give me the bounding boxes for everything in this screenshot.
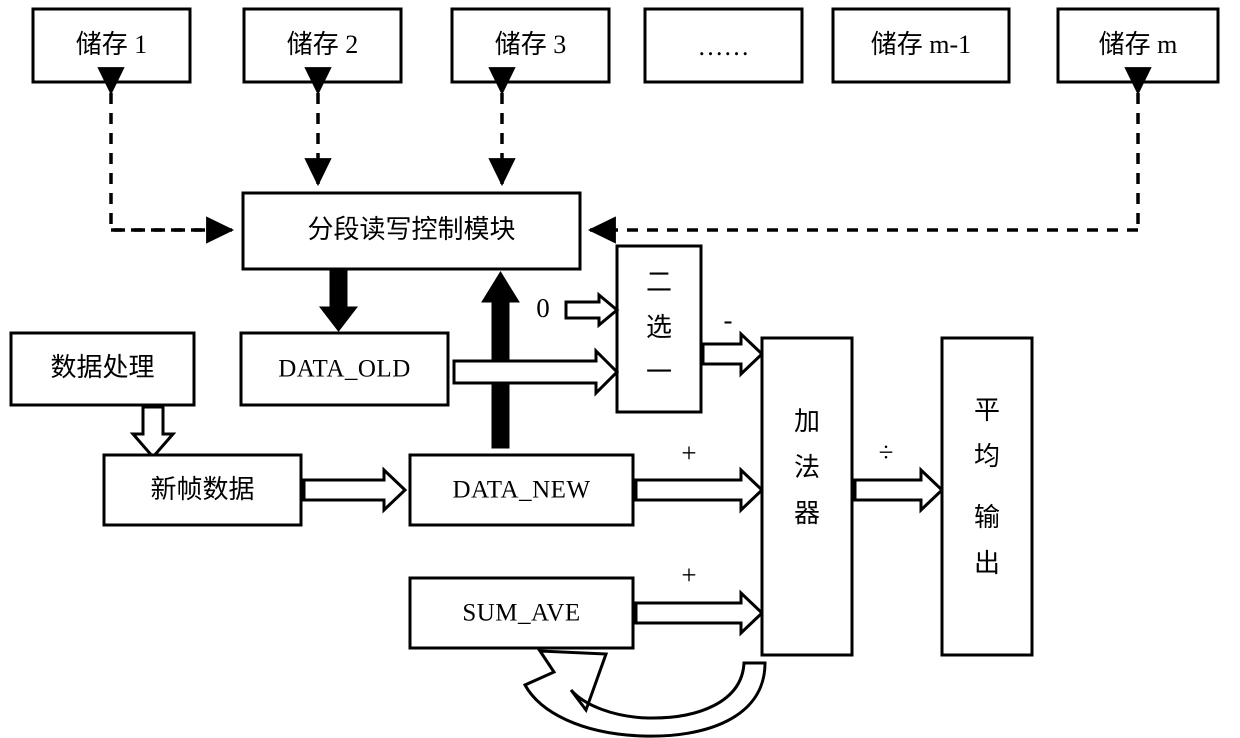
average-output-block[interactable]: 平 均 输 出 [940, 336, 1034, 657]
memory-box-1-label: 储存 1 [76, 30, 148, 59]
data-old-block[interactable]: DATA_OLD [239, 331, 450, 407]
avg-out-char2: 均 [974, 442, 1000, 471]
avg-out-char3: 输 [974, 503, 1000, 532]
dashed-link-memory-m [587, 67, 1152, 244]
mux-to-adder-arrow [701, 330, 765, 378]
adder-label-char1: 加 [794, 407, 820, 436]
memory-box-3[interactable]: 储存 3 [450, 7, 611, 84]
memory-box-1[interactable]: 储存 1 [31, 7, 192, 84]
plus-sign-lower: + [681, 560, 696, 590]
data-new-block[interactable]: DATA_NEW [408, 453, 635, 527]
zero-to-mux-arrow [564, 291, 620, 329]
data-old-to-mux-arrow [452, 347, 620, 397]
data-process-block[interactable]: 数据处理 [9, 331, 196, 407]
adder-block[interactable]: 加 法 器 [760, 336, 854, 657]
data-new-label: DATA_NEW [452, 477, 590, 504]
divide-sign: ÷ [879, 437, 894, 467]
plus-sign-upper: + [681, 438, 696, 468]
memory-box-2-label: 储存 2 [287, 30, 359, 59]
adder-label-char3: 器 [794, 499, 820, 528]
mux-label-line1: 二 [646, 268, 672, 297]
mux-block[interactable]: 二 选 一 [615, 244, 703, 414]
avg-out-char4: 出 [974, 549, 1000, 578]
memory-box-m[interactable]: 储存 m [1056, 7, 1220, 84]
mux-label-line3: 一 [646, 358, 672, 387]
adder-feedback-to-sum-ave-arrow [522, 649, 767, 738]
data-new-to-adder-arrow [634, 466, 765, 514]
memory-box-m-minus-1-label: 储存 m-1 [871, 30, 971, 59]
controller-to-data-old-arrow [318, 268, 359, 332]
controller-label: 分段读写控制模块 [307, 215, 515, 244]
dashed-link-memory-1 [97, 67, 235, 244]
memory-box-ellipsis-label: …… [698, 32, 750, 61]
memory-box-2[interactable]: 储存 2 [242, 7, 403, 84]
new-frame-block[interactable]: 新帧数据 [102, 453, 303, 527]
new-frame-label: 新帧数据 [150, 475, 254, 504]
adder-label-char2: 法 [794, 453, 820, 482]
sum-ave-to-adder-arrow [634, 589, 765, 637]
sum-ave-label: SUM_AVE [462, 600, 580, 627]
adder-to-average-output-arrow [853, 466, 945, 514]
avg-out-char1: 平 [974, 396, 1000, 425]
zero-input-label: 0 [536, 293, 550, 323]
memory-box-3-label: 储存 3 [495, 30, 567, 59]
memory-box-ellipsis[interactable]: …… [643, 7, 804, 84]
memory-box-m-minus-1[interactable]: 储存 m-1 [831, 7, 1011, 84]
memory-box-m-label: 储存 m [1099, 30, 1178, 59]
data-process-label: 数据处理 [50, 353, 154, 382]
controller-block[interactable]: 分段读写控制模块 [241, 191, 582, 271]
new-frame-to-data-new-arrow [302, 466, 408, 514]
data-process-to-new-frame-arrow [129, 405, 177, 460]
minus-sign: - [724, 305, 733, 335]
mux-label-line2: 选 [646, 313, 672, 342]
data-old-label: DATA_OLD [278, 356, 411, 383]
block-diagram-canvas: 储存 1 储存 2 储存 3 …… 储存 m-1 储存 m 分段读写控制模块 二… [0, 0, 1240, 738]
sum-ave-block[interactable]: SUM_AVE [408, 576, 635, 650]
